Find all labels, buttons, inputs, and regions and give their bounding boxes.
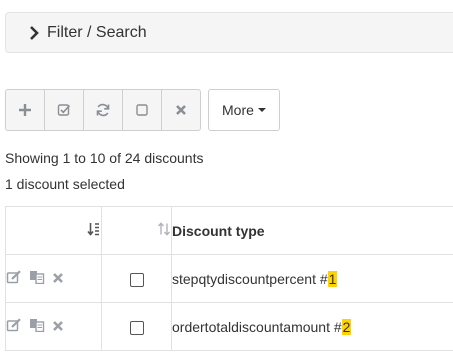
row-checkbox-cell [101, 302, 172, 351]
plus-icon [18, 103, 32, 117]
row-checkbox-cell [101, 254, 172, 303]
close-icon [175, 104, 187, 116]
edit-icon[interactable] [6, 270, 22, 287]
discount-type-name: ordertotaldiscountamount # [172, 318, 342, 335]
discounts-table: Discount type stepqtydiscountpercent #1 [5, 206, 453, 351]
square-icon [135, 103, 149, 117]
table-header-row: Discount type [5, 206, 453, 255]
more-dropdown-button[interactable]: More [208, 89, 280, 131]
sort-arrows-icon [157, 222, 171, 239]
discount-type-header[interactable]: Discount type [171, 206, 453, 255]
discount-id-highlight: 2 [341, 318, 352, 335]
delete-button[interactable] [161, 89, 201, 131]
select-all-button[interactable] [44, 89, 84, 131]
sort-select-header[interactable] [101, 206, 172, 255]
deselect-all-button[interactable] [122, 89, 162, 131]
copy-icon[interactable] [29, 270, 45, 287]
filter-search-toggle[interactable]: Filter / Search [5, 12, 453, 53]
edit-icon[interactable] [6, 318, 22, 335]
add-button[interactable] [5, 89, 45, 131]
toolbar: More [5, 89, 280, 131]
check-square-icon [57, 103, 71, 117]
discount-type-name: stepqtydiscountpercent # [172, 270, 328, 287]
row-checkbox[interactable] [129, 320, 144, 335]
discount-type-cell: ordertotaldiscountamount #2 [171, 302, 453, 351]
caret-down-icon [257, 108, 266, 112]
filter-search-label: Filter / Search [47, 23, 147, 41]
pagination-info: Showing 1 to 10 of 24 discounts [5, 150, 204, 166]
sort-icon [87, 223, 101, 239]
discount-id-highlight: 1 [327, 270, 338, 287]
sort-actions-header[interactable] [5, 206, 102, 255]
selection-info: 1 discount selected [5, 176, 125, 192]
chevron-right-icon [28, 25, 40, 41]
delete-icon[interactable] [52, 319, 64, 335]
table-row: ordertotaldiscountamount #2 [5, 302, 453, 351]
discount-type-cell: stepqtydiscountpercent #1 [171, 254, 453, 303]
delete-icon[interactable] [52, 271, 64, 287]
row-actions [5, 254, 102, 303]
copy-icon[interactable] [29, 318, 45, 335]
row-checkbox[interactable] [129, 272, 144, 287]
refresh-button[interactable] [83, 89, 123, 131]
table-row: stepqtydiscountpercent #1 [5, 254, 453, 303]
refresh-icon [95, 102, 111, 118]
more-label: More [222, 102, 254, 118]
row-actions [5, 302, 102, 351]
